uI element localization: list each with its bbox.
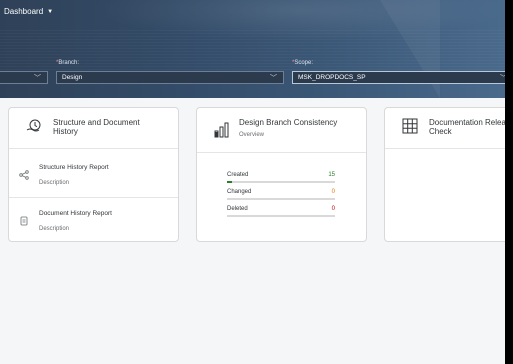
chevron-down-icon: ﹀ [500,73,505,83]
row-label: Changed [227,189,252,195]
header-banner: Dashboard ▼ ﹀ *Branch: Design ﹀ *Scope: … [0,0,505,98]
filter-select-0[interactable]: ﹀ [0,71,48,84]
card-header[interactable]: Structure and Document History [9,108,178,149]
card-header[interactable]: Documentation Relea Check [385,108,505,149]
list-item-document-history[interactable]: Document History Report Description [9,198,178,242]
app-window: Dashboard ▼ ﹀ *Branch: Design ﹀ *Scope: … [0,0,505,364]
card-title: Documentation Relea Check [429,118,505,136]
dashboard-title-menu[interactable]: Dashboard ▼ [4,7,53,16]
progress-track [227,198,335,200]
scope-value: MSK_DROPDOCS_SP [298,74,366,81]
card-title: Design Branch Consistency [239,118,338,127]
branch-label-text: Branch: [58,60,80,66]
status-row-deleted: Deleted 0 [227,206,335,220]
branch-value: Design [62,74,83,81]
list-item-structure-history[interactable]: Structure History Report Description [9,152,178,196]
document-icon [20,216,28,226]
table-grid-icon [402,118,418,134]
card-title-line1: Structure and Document [53,118,140,127]
status-row-created: Created 15 [227,172,335,186]
row-label: Created [227,172,249,178]
page-title: Dashboard [4,7,44,16]
progress-track [227,181,335,183]
scope-select[interactable]: MSK_DROPDOCS_SP ﹀ [292,71,505,84]
branch-label: *Branch: [56,60,79,66]
list-item-title: Structure History Report [39,164,109,171]
share-nodes-icon [19,170,29,180]
chevron-down-icon: ﹀ [270,75,277,82]
chevron-down-icon: ﹀ [34,75,41,82]
progress-track [227,215,335,217]
list-item-title: Document History Report [39,210,112,217]
structure-document-history-card: Structure and Document History Structure… [8,107,179,242]
progress-fill [227,181,232,183]
row-label: Deleted [227,206,248,212]
history-clock-icon [26,119,41,132]
caret-down-icon: ▼ [47,8,54,15]
card-title-line1: Documentation Relea [429,118,505,127]
branch-select[interactable]: Design ﹀ [56,71,284,84]
row-value: 15 [328,172,335,178]
documentation-release-check-card: Documentation Relea Check [384,107,505,242]
card-subtitle: Overview [239,132,265,138]
bar-chart-icon [214,122,229,138]
scope-label-text: Scope: [294,60,314,66]
design-branch-consistency-card: Design Branch Consistency Overview Creat… [196,107,367,242]
status-row-changed: Changed 0 [227,189,335,203]
card-title: Structure and Document History [53,118,140,136]
card-title-line2: Check [429,127,452,136]
list-item-description: Description [39,226,70,232]
scope-label: *Scope: [292,60,313,66]
card-header[interactable]: Design Branch Consistency Overview [197,108,366,153]
row-value: 0 [331,189,335,195]
list-item-description: Description [39,180,70,186]
row-value: 0 [331,206,335,212]
card-title-line2: History [53,127,78,136]
